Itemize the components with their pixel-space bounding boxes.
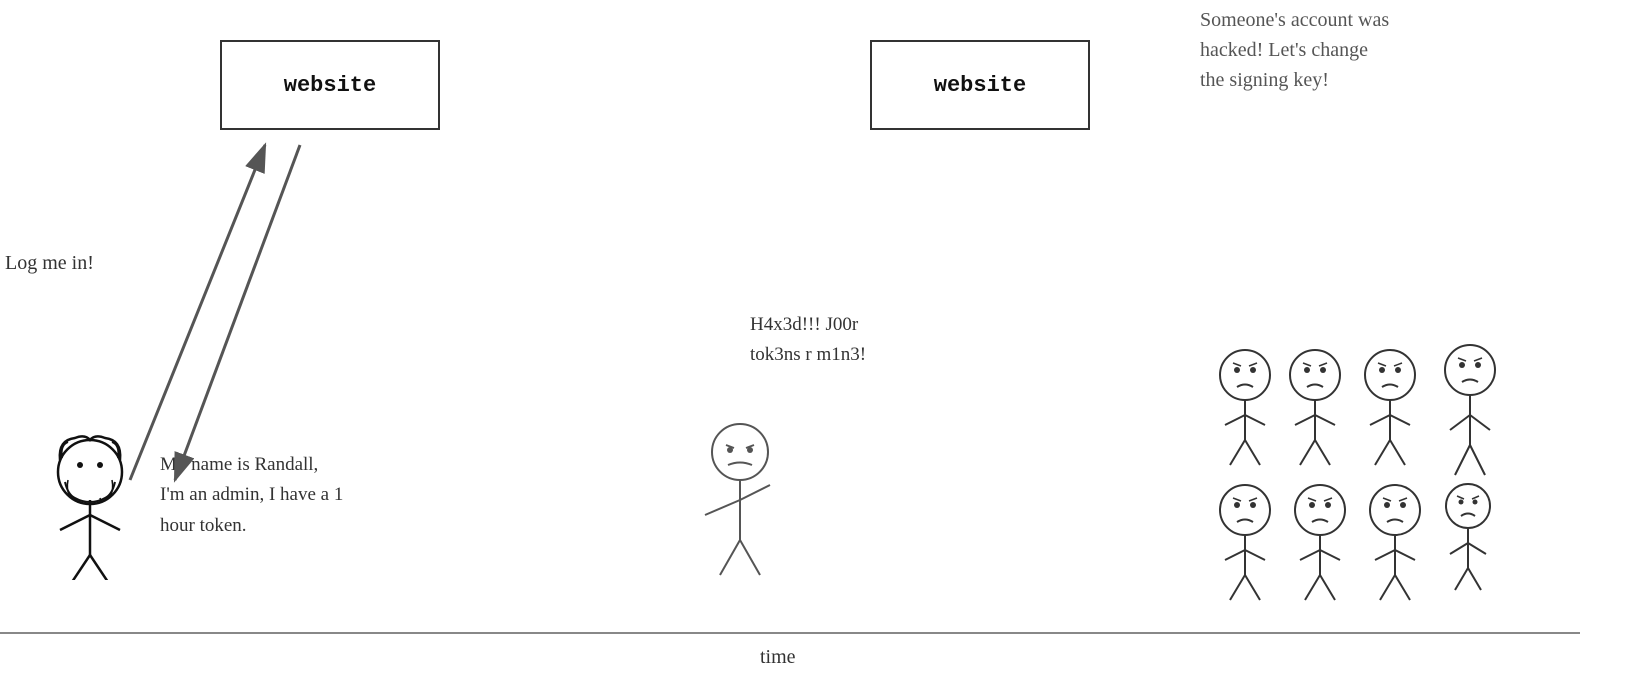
my-name-line1: My name is Randall, (160, 454, 318, 475)
website-box-right: website (870, 40, 1090, 130)
sad-people-group (1200, 330, 1600, 615)
hacked-annotation: H4x3d!!! J00r tok3ns r m1n3! (750, 310, 866, 371)
hack-text-line3: the signing key! (1200, 69, 1329, 91)
website-label-left: website (284, 73, 376, 98)
website-label-right: website (934, 73, 1026, 98)
randall-figure (30, 400, 150, 585)
hack-text-line1: Someone's account was (1200, 9, 1389, 31)
main-scene: website website Someone's account was ha… (0, 0, 1642, 689)
hack-text-line2: hacked! Let's change (1200, 39, 1368, 61)
time-label: time (760, 646, 796, 669)
hacked-line1: H4x3d!!! J00r (750, 314, 858, 335)
timeline (0, 632, 1580, 634)
hacked-line2: tok3ns r m1n3! (750, 344, 866, 365)
my-name-annotation: My name is Randall, I'm an admin, I have… (160, 450, 343, 541)
website-box-left: website (220, 40, 440, 130)
my-name-line3: hour token. (160, 515, 247, 536)
log-me-in-text: Log me in! (5, 248, 94, 278)
hack-annotation: Someone's account was hacked! Let's chan… (1200, 5, 1389, 95)
hacker-figure (680, 390, 800, 595)
my-name-line2: I'm an admin, I have a 1 (160, 484, 343, 505)
